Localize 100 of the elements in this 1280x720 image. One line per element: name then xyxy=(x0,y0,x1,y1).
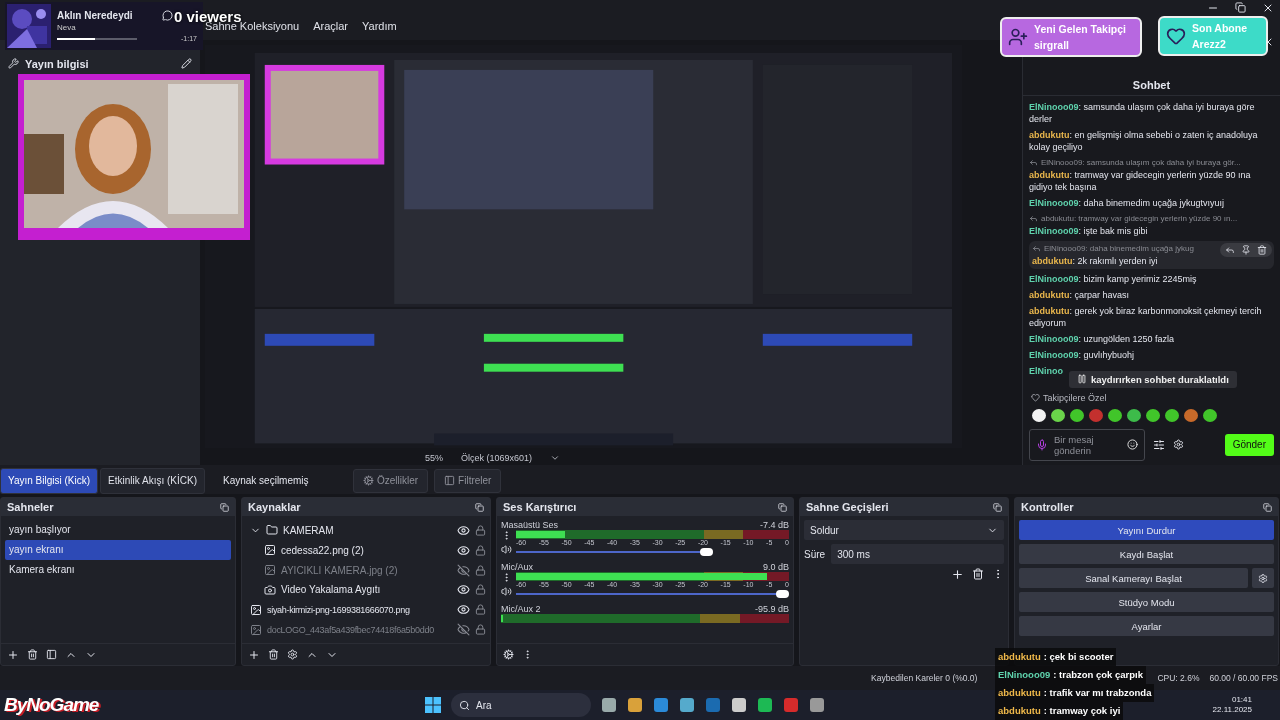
eye-icon[interactable] xyxy=(457,543,470,557)
undock-icon[interactable] xyxy=(993,502,1002,512)
eye-off-icon[interactable] xyxy=(457,623,470,636)
control-button[interactable]: Sanal Kamerayı Başlat xyxy=(1019,568,1248,589)
channel-reading: -95.9 dB xyxy=(754,604,789,615)
lock-icon[interactable] xyxy=(475,544,486,556)
app-icon[interactable] xyxy=(757,697,773,714)
emoji-icon[interactable] xyxy=(1127,439,1138,451)
lock-icon[interactable] xyxy=(475,624,486,635)
settings-icon[interactable] xyxy=(287,649,298,661)
control-button[interactable]: Yayını Durdur xyxy=(1019,520,1274,541)
pin-icon[interactable] xyxy=(1241,244,1251,255)
chat-message: ElNinooo09: uzungölden 1250 fazla xyxy=(1029,332,1175,345)
undock-icon[interactable] xyxy=(778,502,787,512)
speaker-icon[interactable] xyxy=(501,586,512,598)
hovered-message[interactable]: ElNinooo09: daha binemedim uçağa jykug abdukutu: 2k rakımlı yerden iyi xyxy=(1029,240,1274,269)
emote-icon[interactable] xyxy=(1126,406,1142,423)
source-item[interactable]: docLOGO_443af5a439fbec74418f6a5b0dd0 xyxy=(246,619,486,640)
scene-item[interactable]: Kamera ekranı xyxy=(5,560,231,581)
settings-button[interactable] xyxy=(1252,568,1274,589)
delete-icon[interactable] xyxy=(268,649,279,661)
transition-select[interactable]: Soldur xyxy=(804,520,1004,541)
app-icon[interactable] xyxy=(601,697,617,714)
source-item[interactable]: AYICIKLI KAMERA.jpg (2) xyxy=(246,560,486,580)
emote-icon[interactable] xyxy=(1202,406,1218,423)
options-icon[interactable] xyxy=(1153,438,1165,451)
reply-preview: abdukutu: tramway var gidecegin yerlerin yüzde 90 ın... xyxy=(1029,212,1238,225)
emote-icon[interactable] xyxy=(1107,406,1123,423)
toolbar-button[interactable]: Özellikler xyxy=(352,468,429,493)
reply-icon xyxy=(1032,244,1041,254)
paused-banner[interactable]: kaydırırken sohbet duraklatıldı xyxy=(1069,370,1237,388)
scene-item[interactable]: yayın ekranı xyxy=(5,540,231,561)
advanced-settings-icon[interactable] xyxy=(503,649,514,661)
emote-icon[interactable] xyxy=(1164,406,1180,423)
eye-off-icon[interactable] xyxy=(457,563,470,577)
pencil-icon[interactable] xyxy=(181,58,192,70)
delete-icon[interactable] xyxy=(1257,244,1267,255)
add-icon[interactable] xyxy=(951,568,964,582)
lock-icon[interactable] xyxy=(475,524,486,536)
lock-icon[interactable] xyxy=(475,604,486,616)
emote-group-title: Takipçilere Özel xyxy=(1043,392,1107,403)
volume-slider[interactable] xyxy=(516,588,789,601)
undock-icon[interactable] xyxy=(475,502,484,512)
source-item[interactable]: siyah-kirmizi-png-1699381666070.png xyxy=(246,599,486,620)
app-icon[interactable] xyxy=(731,697,747,714)
add-icon[interactable] xyxy=(248,648,260,661)
app-icon[interactable] xyxy=(653,697,669,714)
add-icon[interactable] xyxy=(7,648,19,661)
scene-item[interactable]: yayın başlıyor xyxy=(5,520,231,541)
eye-icon[interactable] xyxy=(457,583,470,597)
undock-icon[interactable] xyxy=(1263,502,1272,512)
emote-icon[interactable] xyxy=(1031,406,1047,423)
emote-icon[interactable] xyxy=(1145,406,1161,423)
song-title: Aklın Neredeydi xyxy=(57,10,133,21)
dock-tab[interactable]: Yayın Bilgisi (Kick) xyxy=(0,467,99,494)
heart-icon xyxy=(1166,26,1186,46)
chat-message: ElNinoo xyxy=(1029,364,1063,377)
source-item[interactable]: KAMERAM xyxy=(246,520,486,541)
source-item[interactable]: Video Yakalama Aygıtı xyxy=(246,579,486,600)
duration-field[interactable]: 300 ms xyxy=(831,544,1004,565)
lock-icon[interactable] xyxy=(475,564,486,576)
heart-icon xyxy=(1031,393,1040,403)
control-button[interactable]: Kaydı Başlat xyxy=(1019,544,1274,565)
delete-icon[interactable] xyxy=(972,568,984,581)
clock-date: 22.11.2025 xyxy=(1212,705,1252,716)
reply-icon xyxy=(1029,158,1038,168)
dropped-frames: Kaybedilen Kareler 0 (%0.0) xyxy=(871,673,978,684)
app-icon[interactable] xyxy=(679,697,695,714)
search-field[interactable]: Ara xyxy=(451,693,591,718)
eye-icon[interactable] xyxy=(457,523,470,537)
zoom-level[interactable]: 55% xyxy=(425,453,443,464)
dock-tab[interactable]: Etkinlik Akışı (KİCK) xyxy=(100,467,205,494)
start-icon[interactable] xyxy=(425,697,441,714)
app-icon[interactable] xyxy=(627,697,643,714)
message-input[interactable]: Bir mesaj gönderin xyxy=(1029,428,1145,461)
toolbar-button[interactable]: Filtreler xyxy=(434,468,502,493)
reply-icon[interactable] xyxy=(1225,244,1235,255)
filter-icon[interactable] xyxy=(46,649,57,661)
chat-message: abdukutu: 2k rakımlı yerden iyi xyxy=(1032,254,1158,267)
chat-message: ElNinooo09: daha binemedim uçağa jykugtvıyuıj xyxy=(1029,196,1225,209)
menu-item[interactable]: Yardım xyxy=(362,19,397,32)
clock-time: 01:41 xyxy=(1230,695,1252,706)
lock-icon[interactable] xyxy=(475,584,486,596)
source-status: Kaynak seçilmemiş xyxy=(222,475,310,487)
restore-icon[interactable] xyxy=(1235,2,1246,13)
source-item[interactable]: cedessa22.png (2) xyxy=(246,540,486,561)
undock-icon[interactable] xyxy=(220,502,229,512)
send-button[interactable]: Gönder xyxy=(1224,433,1274,456)
control-button[interactable]: Ayarlar xyxy=(1019,616,1274,637)
control-button[interactable]: Stüdyo Modu xyxy=(1019,592,1274,613)
close-icon[interactable] xyxy=(1262,2,1274,14)
speaker-icon[interactable] xyxy=(501,544,512,556)
settings-icon[interactable] xyxy=(1173,439,1184,451)
emote-icon[interactable] xyxy=(1069,406,1085,423)
menu-item[interactable]: Araçlar xyxy=(313,19,349,32)
emote-icon[interactable] xyxy=(1050,406,1066,423)
delete-icon[interactable] xyxy=(27,649,38,661)
eye-icon[interactable] xyxy=(457,603,470,617)
app-icon[interactable] xyxy=(809,697,825,714)
reply-icon xyxy=(1029,214,1038,224)
